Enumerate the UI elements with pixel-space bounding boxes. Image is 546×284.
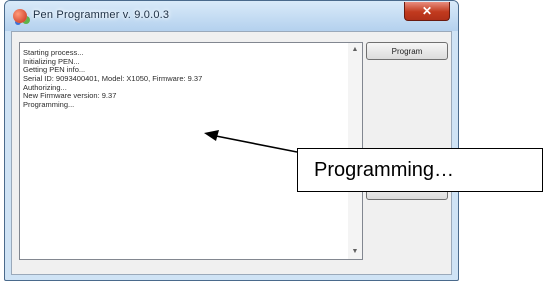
callout-arrow (204, 130, 298, 153)
callout-box: Programming… (297, 148, 543, 192)
callout-arrow-line (215, 135, 298, 153)
callout-arrow-head-icon (204, 130, 219, 141)
callout-label: Programming… (314, 158, 455, 181)
